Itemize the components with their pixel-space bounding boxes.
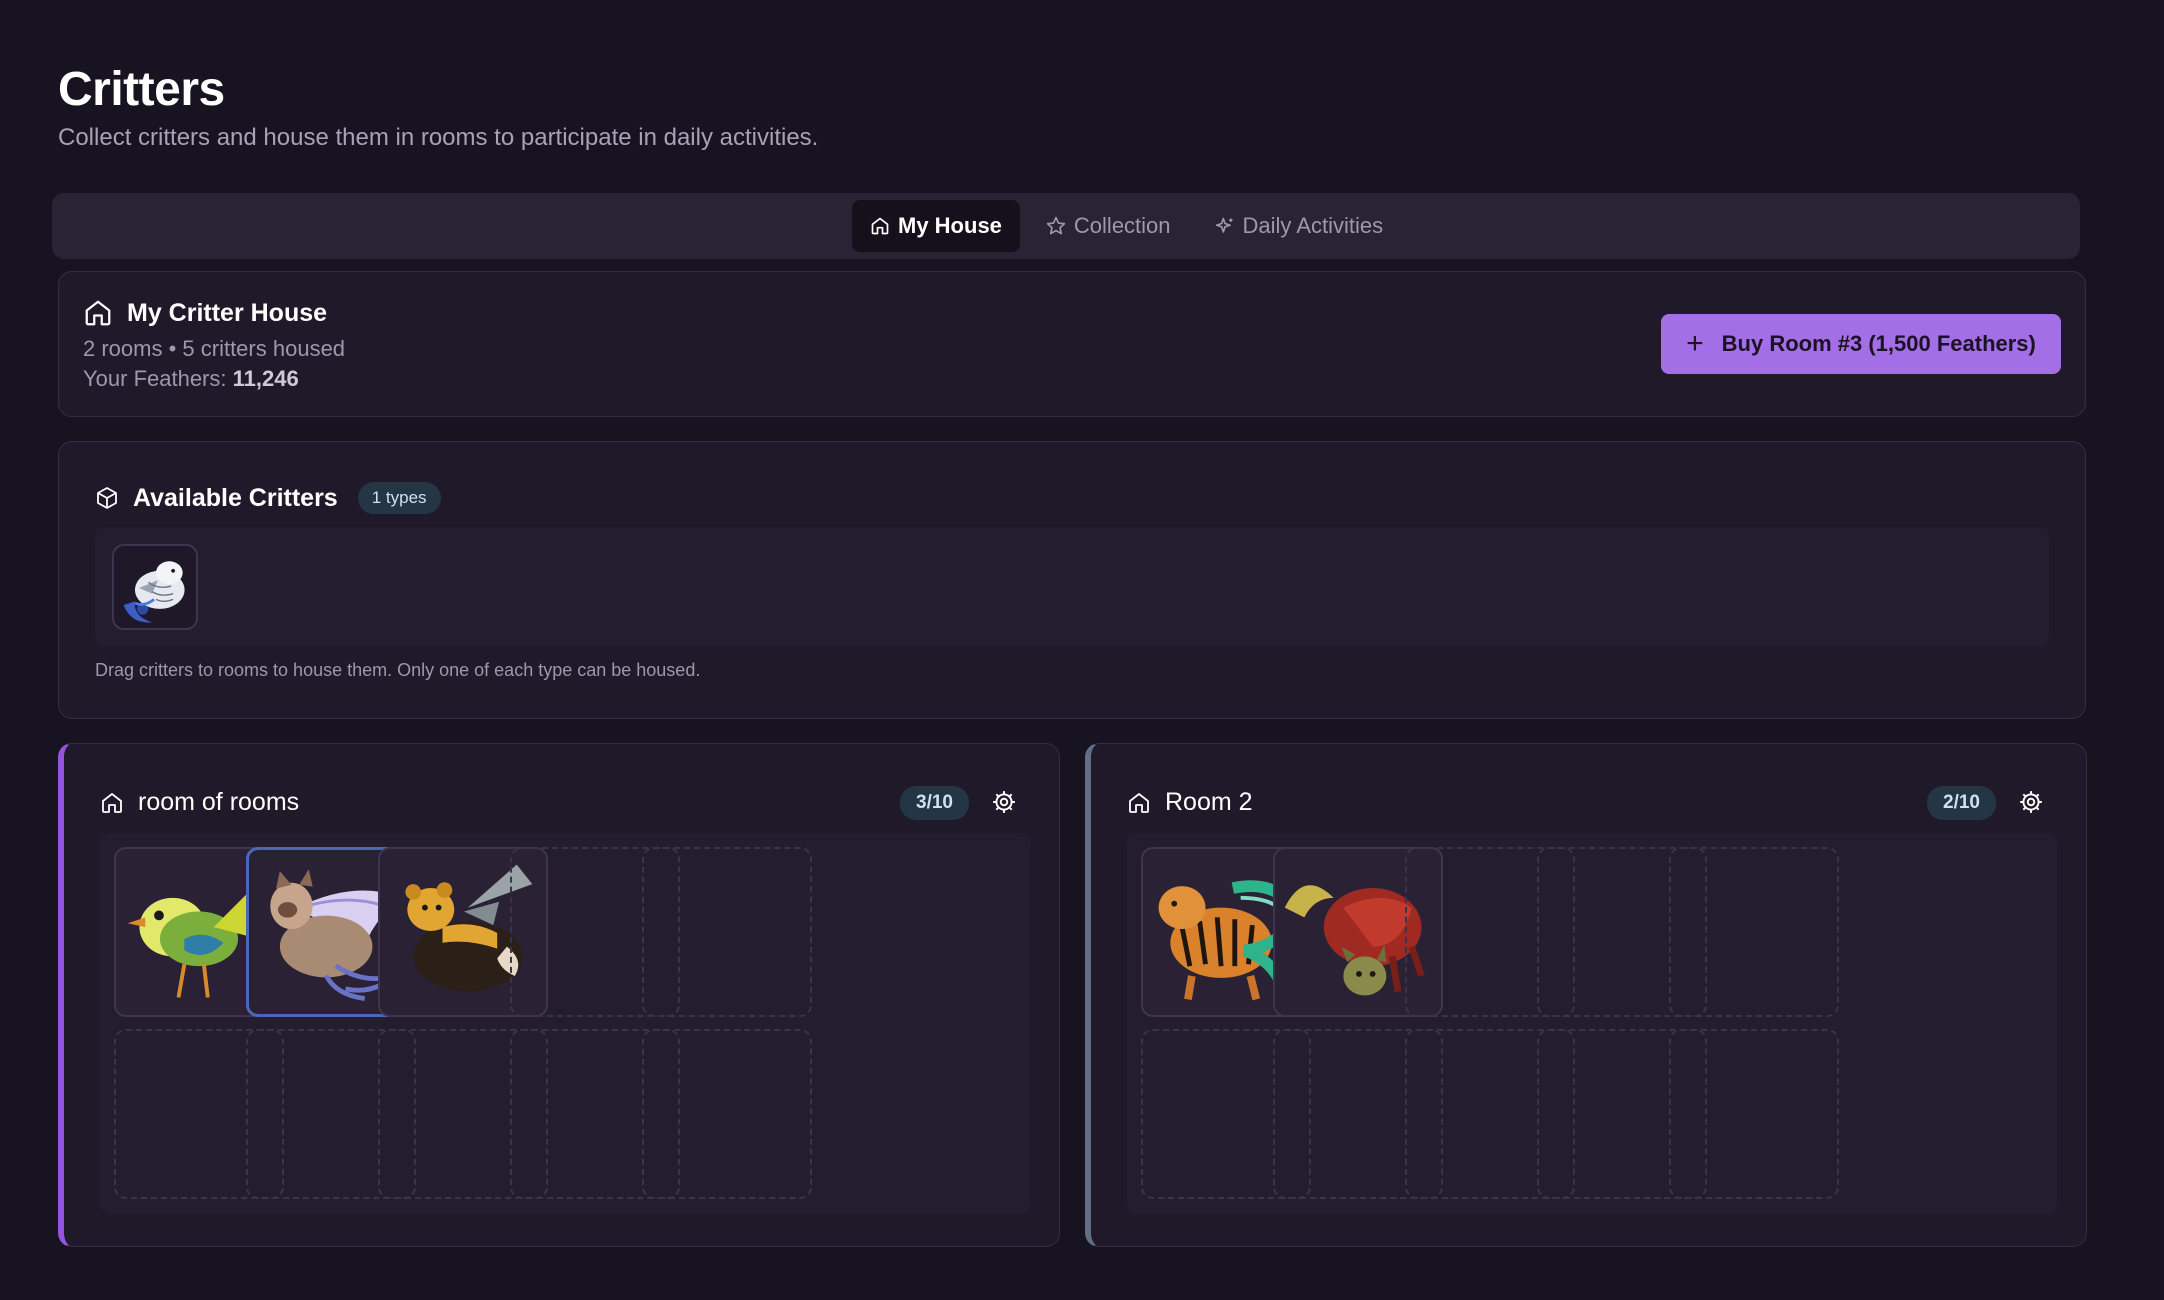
- types-badge: 1 types: [357, 482, 441, 514]
- feathers-value: 11,246: [232, 366, 299, 391]
- empty-slot[interactable]: [1669, 1029, 1839, 1199]
- room-card-room-of-rooms: room of rooms 3/10: [58, 743, 1060, 1247]
- tab-label: Daily Activities: [1242, 213, 1384, 238]
- room-name: room of rooms: [138, 788, 300, 816]
- home-icon: [1129, 792, 1149, 813]
- empty-slot[interactable]: [1669, 847, 1839, 1017]
- home-icon: [85, 300, 111, 326]
- snowy-owl-critter-icon[interactable]: [112, 544, 198, 630]
- tab-label: Collection: [1073, 213, 1171, 238]
- available-critters-title: Available Critters: [133, 483, 338, 512]
- sparkles-icon: [1215, 217, 1233, 233]
- star-icon: [1046, 216, 1066, 235]
- available-critters-tray: [95, 527, 2049, 646]
- room-capacity-badge: 3/10: [900, 786, 969, 820]
- plus-icon: +: [1686, 327, 1704, 360]
- empty-slot[interactable]: [642, 847, 812, 1017]
- room-card-room-2: Room 2 2/10: [1085, 743, 2087, 1247]
- drag-hint: Drag critters to rooms to house them. On…: [95, 660, 701, 680]
- tab-collection[interactable]: Collection: [1028, 200, 1189, 252]
- feathers-row: Your Feathers: 11,246: [83, 364, 345, 394]
- tab-bar: My House Collection Daily Activities: [52, 193, 2080, 259]
- available-critters-header: Available Critters 1 types: [95, 482, 441, 514]
- buy-room-button[interactable]: + Buy Room #3 (1,500 Feathers): [1661, 314, 2061, 374]
- house-summary: 2 rooms • 5 critters housed: [83, 336, 346, 361]
- house-title-label: My Critter House: [127, 298, 328, 327]
- critters-page: Critters Collect critters and house them…: [0, 0, 2164, 1300]
- gear-icon[interactable]: [991, 789, 1017, 815]
- home-icon: [871, 217, 889, 235]
- house-summary-card: My Critter House 2 rooms • 5 critters ho…: [58, 271, 2086, 417]
- room-header: room of rooms: [100, 788, 299, 817]
- page-title: Critters: [58, 63, 225, 116]
- gear-icon[interactable]: [2018, 789, 2044, 815]
- tab-label: My House: [898, 213, 1002, 238]
- box-icon: [97, 487, 117, 509]
- house-meta: 2 rooms • 5 critters housed Your Feather…: [83, 334, 345, 394]
- room-name: Room 2: [1165, 788, 1253, 816]
- page-subtitle: Collect critters and house them in rooms…: [58, 124, 819, 151]
- house-title: My Critter House: [83, 298, 327, 328]
- home-icon: [102, 792, 122, 813]
- available-critters-card: Available Critters 1 types Drag critters…: [58, 441, 2086, 719]
- empty-slot[interactable]: [642, 1029, 812, 1199]
- room-header: Room 2: [1127, 788, 1253, 817]
- room-slot-grid: [100, 833, 1030, 1214]
- buy-room-label: Buy Room #3 (1,500 Feathers): [1721, 331, 2036, 356]
- tab-my-house[interactable]: My House: [852, 200, 1020, 252]
- tab-daily-activities[interactable]: Daily Activities: [1197, 200, 1402, 252]
- feathers-label: Your Feathers:: [83, 366, 227, 391]
- room-slot-grid: [1127, 833, 2057, 1214]
- room-capacity-badge: 2/10: [1927, 786, 1996, 820]
